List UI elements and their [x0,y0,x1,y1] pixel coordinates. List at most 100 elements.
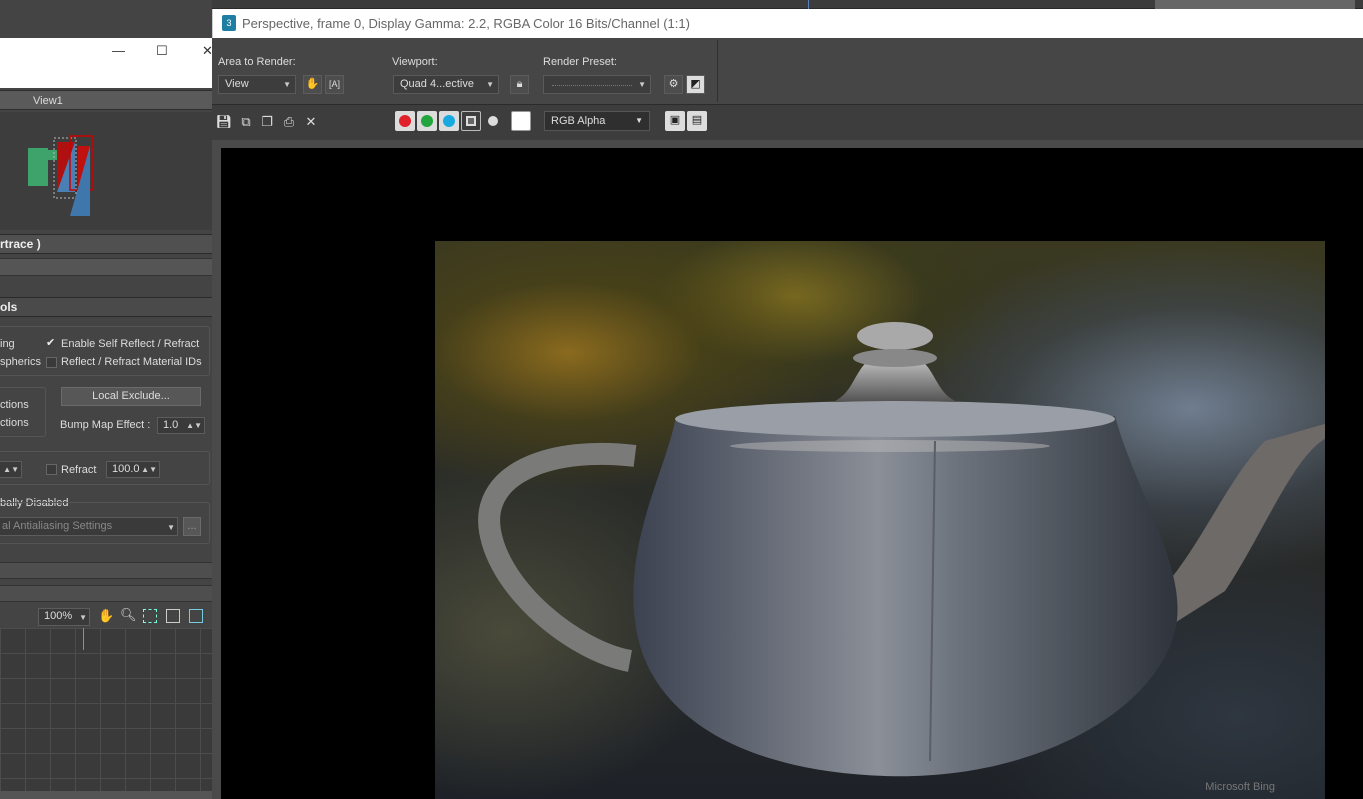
bump-map-effect-spinner[interactable]: 1.0 ▲▼ [157,417,205,434]
render-preset-label: Render Preset: [543,56,617,68]
zoom-extents-selected-icon[interactable] [189,609,203,623]
reflections-label: ctions [0,399,29,411]
frame-window-titlebar[interactable]: 3 Perspective, frame 0, Display Gamma: 2… [212,9,1363,38]
parameter-bar[interactable] [0,258,212,276]
refractions-label: ctions [0,417,29,429]
maximize-button[interactable]: ☐ [156,44,168,58]
chevron-down-icon: ▼ [167,523,175,532]
material-type-label: rtrace ) [0,237,41,251]
display-channel-value: RGB Alpha [551,115,606,127]
render-setup-icon[interactable]: ⚙︎ [664,75,683,94]
app-icon: 3 [222,15,236,31]
viewport-value: Quad 4...ective [400,78,474,90]
refract-label: Refract [61,464,97,476]
chevron-down-icon: ▼ [79,613,87,622]
options-group [0,326,210,376]
material-editor-panel: — ☐ ✕ View1 rtrace ) ols ing spherics ✔ … [0,0,212,799]
reflect-material-ids-checkbox[interactable] [46,357,57,368]
enable-self-reflect-checkbox[interactable]: ✔ [46,338,57,349]
zoom-region-icon[interactable] [143,609,157,623]
status-bar [0,791,212,799]
monochrome-icon [488,116,498,126]
reflect-amount-spinner[interactable]: ▲▼ [0,461,22,478]
frame-window-title: Perspective, frame 0, Display Gamma: 2.2… [242,16,690,31]
chevron-down-icon: ▼ [638,80,646,89]
refract-amount-spinner[interactable]: 100.0 ▲▼ [106,461,160,478]
antialiasing-dropdown[interactable]: al Antialiasing Settings ▼ [0,517,178,536]
display-toggle-icon[interactable]: ▣ [665,111,685,131]
local-exclude-button[interactable]: Local Exclude... [61,387,201,406]
alpha-channel-toggle[interactable] [461,111,481,131]
green-channel-toggle[interactable] [417,111,437,131]
material-node-view[interactable] [0,112,212,230]
area-to-render-dropdown[interactable]: View ▼ [218,75,296,94]
lock-viewport-icon[interactable]: 🔒︎ [510,75,529,94]
toggle-ui-icon[interactable]: ▤ [687,111,707,131]
collapsed-rollout-2[interactable] [0,585,212,602]
save-image-icon[interactable]: 💾︎ [215,113,233,131]
teapot-render [478,322,1325,777]
view-tab-label: View1 [33,95,63,107]
zoom-dropdown[interactable]: 100% ▼ [38,608,90,626]
option-label-1: ing [0,338,15,350]
print-image-icon[interactable]: ⎙ [280,113,298,131]
chevron-down-icon: ▼ [635,116,643,125]
image-watermark: Microsoft Bing [1205,781,1275,793]
environment-effects-icon[interactable]: ◩ [686,75,705,94]
collapsed-rollout-1[interactable] [0,562,212,579]
red-channel-icon [399,115,411,127]
material-editor-titlebar [0,38,212,88]
chevron-down-icon: ▼ [486,80,494,89]
refract-checkbox[interactable] [46,464,57,475]
render-canvas[interactable]: Microsoft Bing [221,148,1363,799]
zoom-magnifier-icon[interactable]: 🔍︎ [120,607,137,623]
antialiasing-options-button[interactable]: ... [183,517,201,536]
toolbar-separator [717,40,718,102]
pan-hand-icon[interactable]: ✋ [98,608,114,624]
material-nodes-graphic [28,135,93,216]
monochrome-toggle[interactable] [483,111,503,131]
area-to-render-value: View [225,78,249,90]
view-tab[interactable]: View1 [0,90,212,110]
render-preset-dropdown[interactable]: ▼ [543,75,651,94]
close-button[interactable]: ✕ [202,44,212,58]
clone-frame-icon[interactable]: ❐ [258,113,276,131]
chevron-down-icon: ▼ [283,80,291,89]
edit-region-hand-icon[interactable]: ✋ [303,75,322,94]
enable-self-reflect-label: Enable Self Reflect / Refract [61,338,200,350]
spinner-arrows-icon: ▲▼ [3,465,19,474]
material-type-header[interactable]: rtrace ) [0,234,212,254]
blue-channel-toggle[interactable] [439,111,459,131]
copy-image-icon[interactable]: ⧉ [237,113,255,131]
blue-channel-icon [443,115,455,127]
green-channel-icon [421,115,433,127]
controls-rollout-header[interactable]: ols [0,297,212,317]
viewport-label: Viewport: [392,56,438,68]
minimize-button[interactable]: — [112,44,125,58]
refract-amount-value: 100.0 [112,463,140,475]
rendered-frame-window: 3 Perspective, frame 0, Display Gamma: 2… [212,9,1363,799]
controls-rollout-title: ols [0,300,18,314]
zoom-extents-icon[interactable] [166,609,180,623]
antialias-group [0,451,210,485]
grid-marker [83,628,84,650]
display-channel-dropdown[interactable]: RGB Alpha ▼ [544,111,650,131]
spinner-arrows-icon: ▲▼ [186,421,202,430]
option-label-2: spherics [0,356,41,368]
clear-image-icon[interactable]: ✕ [302,113,320,131]
alpha-channel-icon [466,116,476,126]
render-options-bar: Area to Render: View ▼ ✋ [A] Viewport: Qu… [212,38,1363,104]
frame-buffer-toolbar: 💾︎ ⧉ ❐ ⎙ ✕ RGB Alpha ▼ ▣ ▤ [212,104,1363,140]
area-to-render-label: Area to Render: [218,56,296,68]
red-channel-toggle[interactable] [395,111,415,131]
antialiasing-dropdown-value: al Antialiasing Settings [2,520,113,532]
render-canvas-area: Microsoft Bing [212,140,1363,799]
auto-region-icon[interactable]: [A] [325,75,344,94]
viewport-dropdown[interactable]: Quad 4...ective ▼ [393,75,499,94]
zoom-value: 100% [44,610,73,622]
spinner-arrows-icon: ▲▼ [141,465,157,474]
bump-map-effect-label: Bump Map Effect : [60,419,151,431]
reflections-group [0,387,46,437]
swatch-color[interactable] [511,111,531,131]
node-editor-grid[interactable] [0,628,212,791]
